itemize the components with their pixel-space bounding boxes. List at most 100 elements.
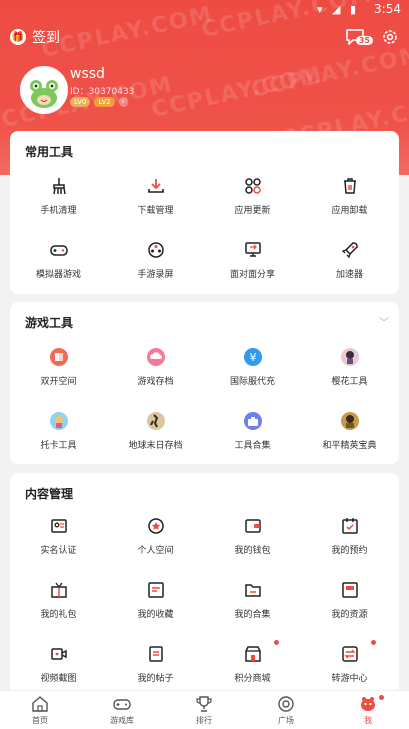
item-label: 个人空间 bbox=[137, 546, 174, 556]
tab-home[interactable]: 首页 bbox=[10, 695, 70, 726]
item-label: 我的帖子 bbox=[137, 674, 174, 684]
game-library-icon bbox=[113, 695, 131, 713]
section-title: 常用工具 bbox=[25, 145, 74, 159]
notification-dot bbox=[379, 695, 384, 700]
bottom-tab-bar: 首页 游戏库 排行 广场 我 bbox=[0, 690, 409, 729]
game-tools-item[interactable]: 托卡工具 bbox=[10, 410, 107, 451]
post-icon bbox=[145, 643, 167, 665]
item-label: 樱花工具 bbox=[331, 377, 368, 387]
content-mgmt-item[interactable]: 个人空间 bbox=[107, 515, 204, 556]
tab-square[interactable]: 广场 bbox=[256, 695, 316, 726]
game-tools-item[interactable]: 樱花工具 bbox=[301, 346, 398, 387]
game-tools-item[interactable]: 地球末日存档 bbox=[107, 410, 204, 451]
tab-label: 广场 bbox=[278, 716, 294, 725]
tab-trophy[interactable]: 排行 bbox=[174, 695, 234, 726]
common-tools-item[interactable]: 下载管理 bbox=[107, 175, 204, 216]
user-id: ID：30370433 bbox=[70, 87, 135, 97]
frog-avatar-icon bbox=[30, 80, 58, 108]
avatar[interactable] bbox=[20, 66, 68, 114]
content-mgmt-item[interactable]: 我的收藏 bbox=[107, 579, 204, 620]
notification-dot bbox=[274, 640, 279, 645]
favorites-icon bbox=[145, 579, 167, 601]
item-label: 我的钱包 bbox=[234, 546, 271, 556]
common-tools-item[interactable]: 加速器 bbox=[301, 239, 398, 280]
item-label: 双开空间 bbox=[40, 377, 77, 387]
common-tools-item[interactable]: 手机清理 bbox=[10, 175, 107, 216]
game-tools-card: 游戏工具 ﹀ 双开空间 游戏存档 ¥ 国际服代充 樱花工具托卡工具 地球末日存档 工具合集 和… bbox=[10, 302, 399, 464]
common-tools-item[interactable]: 面对面分享 bbox=[204, 239, 301, 280]
section-title: 内容管理 bbox=[25, 487, 74, 501]
item-label: 视频截图 bbox=[40, 674, 77, 684]
settings-button[interactable] bbox=[381, 28, 399, 46]
item-label: 工具合集 bbox=[234, 441, 271, 451]
common-tools-item[interactable]: 手游录屏 bbox=[107, 239, 204, 280]
clock: 3:54 bbox=[374, 2, 401, 16]
item-label: 地球末日存档 bbox=[128, 441, 183, 451]
item-label: 我的合集 bbox=[234, 610, 271, 620]
item-label: 托卡工具 bbox=[40, 441, 77, 451]
content-mgmt-item[interactable]: 我的钱包 bbox=[204, 515, 301, 556]
level-badge: LV2 bbox=[94, 97, 115, 107]
sakura-tool-icon bbox=[339, 346, 361, 368]
common-tools-item[interactable]: 模拟器游戏 bbox=[10, 239, 107, 280]
game-tools-item[interactable]: 工具合集 bbox=[204, 410, 301, 451]
me-icon bbox=[359, 695, 377, 713]
content-mgmt-item[interactable]: 实名认证 bbox=[10, 515, 107, 556]
common-tools-item[interactable]: 应用更新 bbox=[204, 175, 301, 216]
item-label: 模拟器游戏 bbox=[35, 270, 81, 280]
item-label: 实名认证 bbox=[40, 546, 77, 556]
dual-space-icon bbox=[48, 346, 70, 368]
game-tools-item[interactable]: ¥ 国际服代充 bbox=[204, 346, 301, 387]
chevron-down-icon[interactable]: ﹀ bbox=[379, 314, 389, 329]
content-mgmt-item[interactable]: 我的礼包 bbox=[10, 579, 107, 620]
tab-label: 游戏库 bbox=[110, 716, 134, 725]
item-label: 积分商城 bbox=[234, 674, 271, 684]
signin-label: 签到 bbox=[32, 30, 60, 46]
tab-game-library[interactable]: 游戏库 bbox=[92, 695, 152, 726]
tab-label: 我 bbox=[364, 716, 372, 725]
id-card-icon bbox=[48, 515, 70, 537]
message-count-badge: 35 bbox=[355, 36, 373, 45]
pubg-guide-icon bbox=[339, 410, 361, 432]
film-reel-icon bbox=[145, 239, 167, 261]
content-mgmt-item[interactable]: 视频截图 bbox=[10, 643, 107, 684]
common-tools-item[interactable]: 应用卸载 bbox=[301, 175, 398, 216]
item-label: 下载管理 bbox=[137, 206, 174, 216]
item-label: 我的收藏 bbox=[137, 610, 174, 620]
watermark: CCPLAY.COM bbox=[249, 42, 409, 103]
system-icons: ▾ ◢ ▮ bbox=[316, 3, 359, 16]
star-badge-icon bbox=[145, 515, 167, 537]
toolbox-icon bbox=[242, 410, 264, 432]
chevron-right-icon[interactable]: › bbox=[118, 97, 128, 107]
transfer-icon bbox=[339, 643, 361, 665]
folder-icon bbox=[242, 579, 264, 601]
item-label: 加速器 bbox=[335, 270, 363, 280]
trophy-icon bbox=[195, 695, 213, 713]
content-mgmt-item[interactable]: 积分商城 bbox=[204, 640, 301, 684]
yen-icon: ¥ bbox=[242, 346, 264, 368]
tab-me[interactable]: 我 bbox=[338, 695, 398, 726]
game-tools-item[interactable]: 和平精英宝典 bbox=[301, 410, 398, 451]
item-label: 转游中心 bbox=[331, 674, 368, 684]
content-mgmt-item[interactable]: 我的预约 bbox=[301, 515, 398, 556]
gift-icon: 🎁 bbox=[10, 29, 26, 45]
gear-icon bbox=[383, 30, 397, 44]
game-tools-item[interactable]: 双开空间 bbox=[10, 346, 107, 387]
section-title: 游戏工具 bbox=[25, 316, 74, 330]
last-day-earth-icon bbox=[145, 410, 167, 432]
rocket-icon bbox=[339, 239, 361, 261]
signin-button[interactable]: 🎁 签到 bbox=[10, 27, 60, 47]
resource-icon bbox=[339, 579, 361, 601]
content-mgmt-item[interactable]: 我的帖子 bbox=[107, 643, 204, 684]
svg-text:¥: ¥ bbox=[249, 351, 256, 364]
message-button[interactable]: 35 bbox=[345, 28, 373, 46]
content-mgmt-item[interactable]: 转游中心 bbox=[301, 640, 398, 684]
game-tools-item[interactable]: 游戏存档 bbox=[107, 346, 204, 387]
home-icon bbox=[31, 695, 49, 713]
content-mgmt-item[interactable]: 我的资源 bbox=[301, 579, 398, 620]
calendar-check-icon bbox=[339, 515, 361, 537]
tab-label: 排行 bbox=[196, 716, 212, 725]
content-mgmt-item[interactable]: 我的合集 bbox=[204, 579, 301, 620]
cloud-save-icon bbox=[145, 346, 167, 368]
username: wssd bbox=[70, 66, 105, 82]
